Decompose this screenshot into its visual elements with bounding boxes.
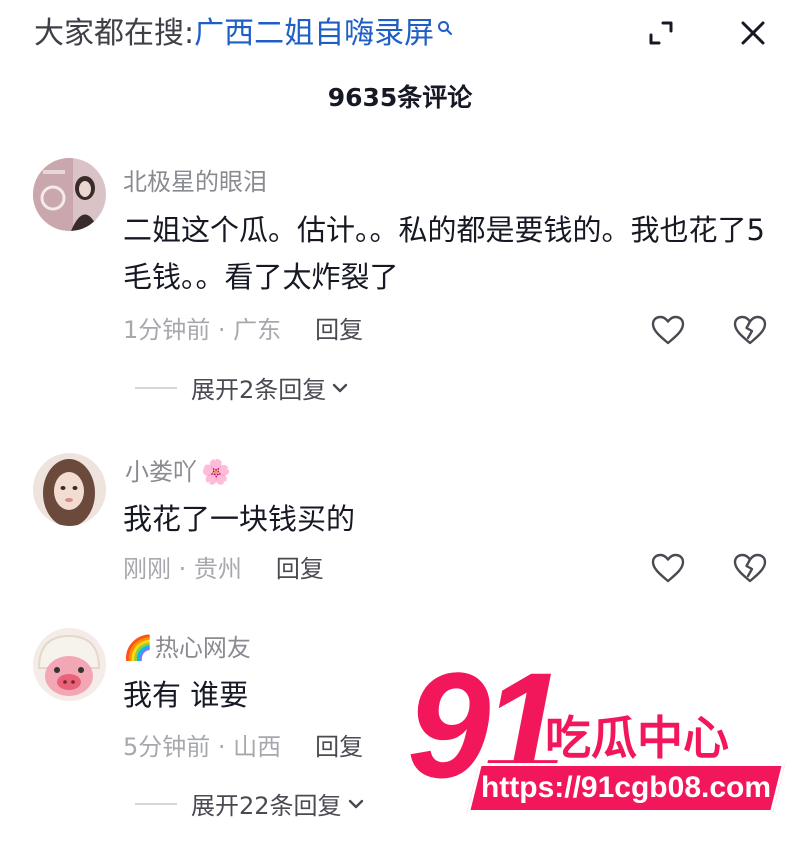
flower-emoji: 🌸 bbox=[201, 458, 231, 486]
close-button[interactable] bbox=[720, 8, 786, 58]
broken-heart-icon bbox=[733, 553, 767, 583]
expand-replies-label: 展开22条回复 bbox=[191, 792, 342, 820]
avatar-image bbox=[33, 158, 106, 231]
chevron-down-icon bbox=[333, 383, 348, 392]
search-suggestion[interactable]: 大家都在搜:广西二姐自嗨录屏 bbox=[34, 14, 453, 54]
comment-text: 我花了一块钱买的 bbox=[123, 502, 356, 536]
heart-icon bbox=[651, 315, 685, 345]
divider bbox=[135, 802, 177, 805]
reply-button[interactable]: 回复 bbox=[276, 555, 324, 583]
comment-time-location: 1分钟前 · 广东 bbox=[123, 316, 282, 344]
watermark-url: https://91cgb08.com bbox=[480, 771, 772, 804]
heart-icon bbox=[651, 553, 685, 583]
broken-heart-icon bbox=[733, 315, 767, 345]
watermark-logo: 91 吃瓜中心 https://91cgb08.com bbox=[395, 648, 795, 840]
reply-button[interactable]: 回复 bbox=[315, 733, 363, 761]
dislike-button[interactable] bbox=[728, 308, 772, 352]
close-icon bbox=[741, 21, 765, 45]
search-suggestion-prefix: 大家都在搜: bbox=[34, 16, 195, 51]
avatar[interactable] bbox=[33, 158, 106, 231]
expand-button[interactable] bbox=[628, 8, 694, 58]
divider bbox=[135, 386, 177, 389]
expand-replies-label: 展开2条回复 bbox=[191, 376, 327, 404]
comment-text: 二姐这个瓜。估计。。私的都是要钱的。我也花了5毛钱。。看了太炸裂了 bbox=[123, 213, 765, 294]
comment-time-location: 刚刚 · 贵州 bbox=[123, 555, 242, 583]
avatar[interactable] bbox=[33, 628, 106, 701]
like-button[interactable] bbox=[646, 546, 690, 590]
comment-meta: 刚刚 · 贵州 回复 bbox=[123, 552, 324, 586]
avatar-image bbox=[33, 628, 106, 701]
top-bar: 大家都在搜:广西二姐自嗨录屏 bbox=[0, 0, 800, 70]
comment-username[interactable]: 🌈热心网友 bbox=[123, 632, 255, 664]
avatar-image bbox=[33, 453, 106, 526]
like-button[interactable] bbox=[646, 308, 690, 352]
dislike-button[interactable] bbox=[728, 546, 772, 590]
comment-meta: 5分钟前 · 山西 回复 bbox=[123, 730, 363, 764]
reply-button[interactable]: 回复 bbox=[315, 316, 363, 344]
expand-replies-button[interactable]: 展开22条回复 bbox=[135, 786, 364, 821]
rainbow-emoji: 🌈 bbox=[123, 634, 153, 662]
expand-replies-button[interactable]: 展开2条回复 bbox=[135, 370, 348, 405]
watermark-name: 吃瓜中心 bbox=[545, 711, 729, 765]
expand-icon bbox=[649, 21, 673, 45]
chevron-down-icon bbox=[348, 799, 363, 808]
comment-username[interactable]: 小娄吖 🌸 bbox=[123, 456, 231, 488]
search-icon bbox=[438, 21, 453, 35]
comment-meta: 1分钟前 · 广东 回复 bbox=[123, 313, 363, 347]
comment-count-title: 9635条评论 bbox=[327, 83, 473, 112]
comment-time-location: 5分钟前 · 山西 bbox=[123, 733, 282, 761]
search-suggestion-term[interactable]: 广西二姐自嗨录屏 bbox=[194, 16, 434, 51]
comment-username[interactable]: 北极星的眼泪 bbox=[123, 166, 267, 198]
avatar[interactable] bbox=[33, 453, 106, 526]
